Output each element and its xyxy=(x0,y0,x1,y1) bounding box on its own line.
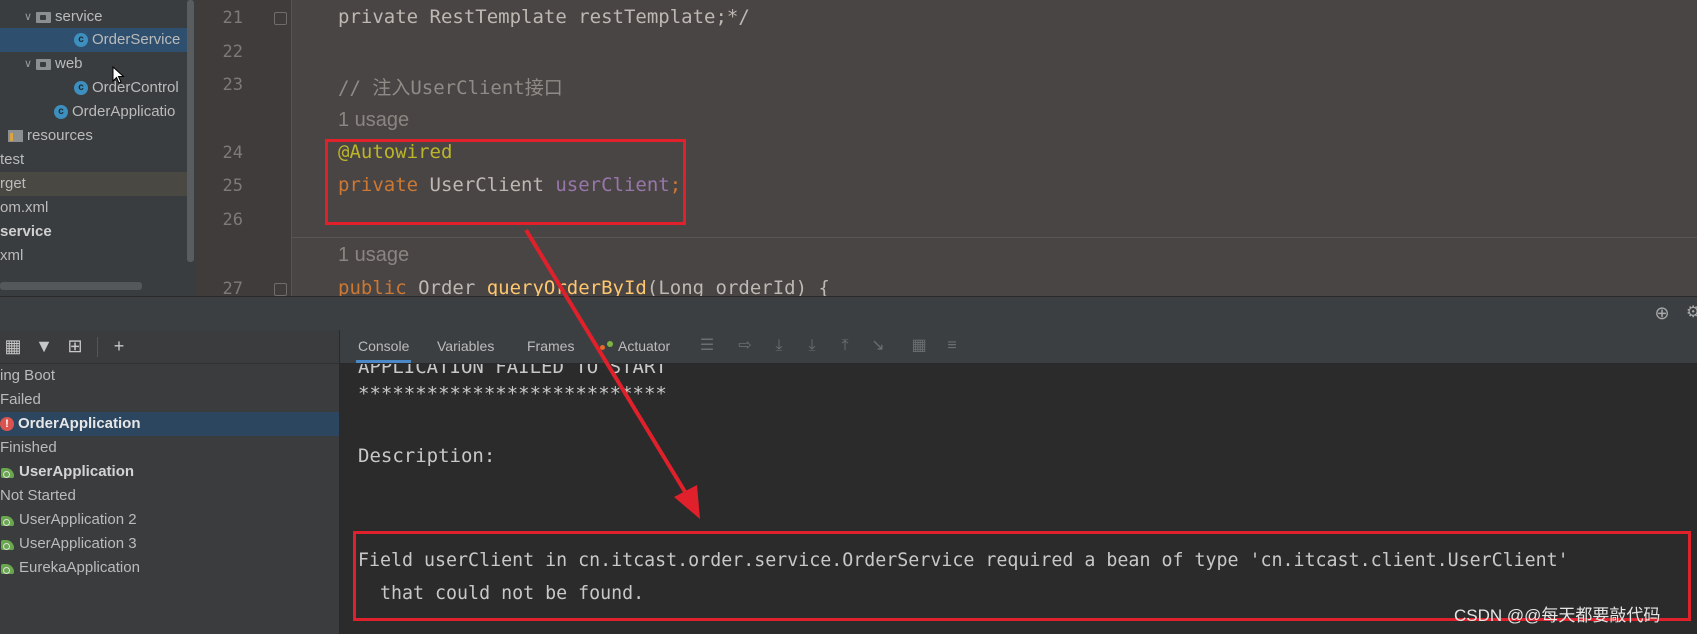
project-tree: ∨ service c OrderService ∨ web c OrderContro… xyxy=(0,0,195,296)
usage-hint[interactable]: 1 usage xyxy=(338,109,409,132)
spring-boot-icon xyxy=(0,561,15,576)
services-item-userapplication[interactable]: UserApplication xyxy=(0,460,134,484)
package-icon xyxy=(36,11,51,23)
method-name: queryOrderById xyxy=(486,277,647,296)
chevron-down-icon[interactable]: ∨ xyxy=(24,5,36,29)
package-icon xyxy=(36,58,51,70)
evaluate-expression-icon[interactable]: ▦ xyxy=(908,335,930,357)
services-item-orderapplication[interactable]: ! OrderApplication xyxy=(0,412,340,436)
services-status-failed[interactable]: Failed xyxy=(0,388,41,412)
code-line-27: public Order queryOrderById(Long orderId… xyxy=(338,277,830,296)
tree-item-service-module[interactable]: service xyxy=(0,220,52,244)
services-item-userapplication-2[interactable]: UserApplication 2 xyxy=(0,508,137,532)
tab-console[interactable]: Console xyxy=(356,330,412,363)
watermark: CSDN @@每天都要敲代码 xyxy=(1454,606,1661,625)
step-into-icon[interactable]: ⤓ xyxy=(801,335,823,357)
fold-marker-icon[interactable] xyxy=(274,12,287,25)
show-execution-point-icon[interactable]: ⇨ xyxy=(734,335,756,357)
tree-item-orderservice[interactable]: c OrderService xyxy=(0,28,187,52)
services-group-spring-boot[interactable]: ing Boot xyxy=(0,364,55,388)
line-number: 25 xyxy=(222,176,243,196)
error-icon: ! xyxy=(0,417,14,432)
spring-boot-icon xyxy=(0,465,15,480)
tree-item-xml[interactable]: xml xyxy=(0,244,23,268)
usage-hint[interactable]: 1 usage xyxy=(338,244,409,267)
console-line: Description: xyxy=(358,445,496,467)
method-separator xyxy=(292,237,1697,238)
settings-icon[interactable]: ⚙ xyxy=(1686,302,1697,324)
class-icon: c xyxy=(74,81,88,96)
spring-boot-icon xyxy=(0,537,15,552)
group-by-icon[interactable]: ▦ xyxy=(2,335,24,357)
tab-actuator[interactable]: Actuator xyxy=(598,330,672,363)
services-item-eurekaapplication[interactable]: EurekaApplication xyxy=(0,556,140,580)
gutter-divider xyxy=(291,0,292,296)
highlight-box-code xyxy=(325,139,686,225)
tree-horizontal-scrollbar[interactable] xyxy=(0,282,142,290)
method-params: (Long orderId) { xyxy=(646,277,830,296)
line-number: 27 xyxy=(222,279,243,296)
services-status-not-started[interactable]: Not Started xyxy=(0,484,76,508)
services-panel: ▦ ▼ ⊞ + ing Boot Failed ! OrderApplicatio… xyxy=(0,330,340,634)
spring-boot-icon xyxy=(0,513,15,528)
trace-icon[interactable]: ≡ xyxy=(941,335,963,357)
spring-app-icon: c xyxy=(54,105,68,120)
keyword: public xyxy=(338,277,407,296)
tree-item-service-package[interactable]: ∨ service xyxy=(24,5,103,29)
line-number: 26 xyxy=(222,210,243,230)
line-number: 23 xyxy=(222,75,243,95)
services-item-userapplication-3[interactable]: UserApplication 3 xyxy=(0,532,137,556)
menu-icon[interactable]: ☰ xyxy=(696,335,718,357)
line-number: 22 xyxy=(222,42,243,62)
add-icon[interactable]: + xyxy=(108,335,130,357)
tab-variables[interactable]: Variables xyxy=(435,330,496,363)
fold-marker-icon[interactable] xyxy=(274,283,287,296)
line-number: 21 xyxy=(222,8,243,28)
tree-item-test[interactable]: test xyxy=(0,148,24,172)
target-icon[interactable]: ⊕ xyxy=(1651,302,1673,324)
code-editor[interactable]: 21 private RestTemplate restTemplate;*/ … xyxy=(195,0,1697,296)
console-line: *************************** xyxy=(358,383,667,405)
step-over-icon[interactable]: ⤓ xyxy=(768,335,790,357)
console-tab-bar: Console Variables Frames Actuator ☰ ⇨ ⤓ … xyxy=(340,330,1697,364)
class-icon: c xyxy=(74,33,88,48)
tree-item-orderapplication[interactable]: c OrderApplicatio xyxy=(54,100,175,124)
step-out-icon[interactable]: ⤒ xyxy=(834,335,856,357)
tree-item-web-package[interactable]: ∨ web xyxy=(24,52,83,76)
toolbar-divider xyxy=(97,337,98,357)
tree-item-resources[interactable]: resources xyxy=(8,124,93,148)
type-name: Order xyxy=(406,277,487,296)
tab-frames[interactable]: Frames xyxy=(525,330,576,363)
code-line-21: private RestTemplate restTemplate;*/ xyxy=(338,6,750,28)
code-line-23-comment: // 注入UserClient接口 xyxy=(338,77,563,99)
chevron-down-icon[interactable]: ∨ xyxy=(24,52,36,76)
run-to-cursor-icon[interactable]: ↘ xyxy=(867,335,889,357)
console-line: APPLICATION FAILED TO START xyxy=(358,364,667,378)
tree-vertical-scrollbar[interactable] xyxy=(187,0,194,262)
tree-item-ordercontroller[interactable]: c OrderControl xyxy=(74,76,179,100)
line-number: 24 xyxy=(222,143,243,163)
tree-item-target[interactable]: rget xyxy=(0,172,187,196)
mouse-cursor-icon xyxy=(112,66,125,84)
run-tool-window-header xyxy=(0,296,1697,331)
services-status-finished[interactable]: Finished xyxy=(0,436,57,460)
actuator-icon xyxy=(600,340,614,354)
tree-item-pom-xml[interactable]: om.xml xyxy=(0,196,48,220)
resources-folder-icon xyxy=(8,130,23,143)
services-toolbar: ▦ ▼ ⊞ + xyxy=(0,330,340,364)
new-tab-icon[interactable]: ⊞ xyxy=(64,335,86,357)
filter-icon[interactable]: ▼ xyxy=(33,335,55,357)
